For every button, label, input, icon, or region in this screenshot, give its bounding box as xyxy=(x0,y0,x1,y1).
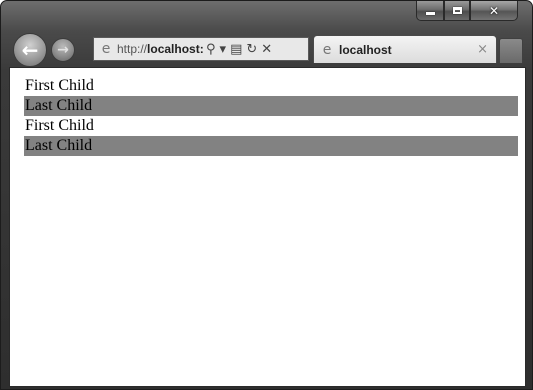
address-tools: ⚲ ▾ ▤ ↻ ✕ xyxy=(206,42,272,57)
arrow-right-icon: → xyxy=(57,42,69,58)
tab-title: localhost xyxy=(339,42,392,57)
ie-page-icon: e xyxy=(322,41,332,58)
navigation-bar: ← → e http://localhost: ⚲ ▾ ▤ ↻ ✕ e loca… xyxy=(13,29,523,69)
arrow-left-icon: ← xyxy=(21,38,39,62)
minimize-button[interactable] xyxy=(416,1,444,21)
stop-icon[interactable]: ✕ xyxy=(261,42,272,57)
refresh-icon[interactable]: ↻ xyxy=(246,42,257,57)
compatibility-view-icon[interactable]: ▤ xyxy=(230,42,242,57)
last-child-line: Last Child xyxy=(24,96,518,116)
minimize-icon xyxy=(425,12,435,15)
url-host: localhost: xyxy=(147,42,203,56)
forward-button[interactable]: → xyxy=(51,38,75,62)
first-child-line: First Child xyxy=(25,117,94,134)
address-bar[interactable]: e http://localhost: ⚲ ▾ ▤ ↻ ✕ xyxy=(93,37,309,61)
new-tab-button[interactable] xyxy=(499,38,523,63)
close-icon: ✕ xyxy=(488,3,500,18)
address-url[interactable]: http://localhost: xyxy=(117,42,203,56)
browser-window: ✕ ← → e http://localhost: ⚲ ▾ ▤ ↻ ✕ e lo… xyxy=(0,0,533,390)
last-child-line: Last Child xyxy=(24,136,518,156)
tab-localhost[interactable]: e localhost × xyxy=(313,35,497,63)
url-prefix: http:// xyxy=(117,42,148,56)
tab-close-icon[interactable]: × xyxy=(477,42,488,57)
page-body: First Child Last Child First Child Last … xyxy=(10,68,525,156)
ie-page-icon: e xyxy=(101,41,111,57)
page-viewport: First Child Last Child First Child Last … xyxy=(9,67,526,387)
chevron-down-icon[interactable]: ▾ xyxy=(220,42,227,57)
close-window-button[interactable]: ✕ xyxy=(470,1,518,21)
first-child-line: First Child xyxy=(25,77,94,94)
back-button[interactable]: ← xyxy=(13,33,47,67)
caption-buttons: ✕ xyxy=(416,1,526,21)
search-icon[interactable]: ⚲ xyxy=(206,42,216,57)
maximize-button[interactable] xyxy=(444,1,470,21)
maximize-icon xyxy=(452,7,462,14)
